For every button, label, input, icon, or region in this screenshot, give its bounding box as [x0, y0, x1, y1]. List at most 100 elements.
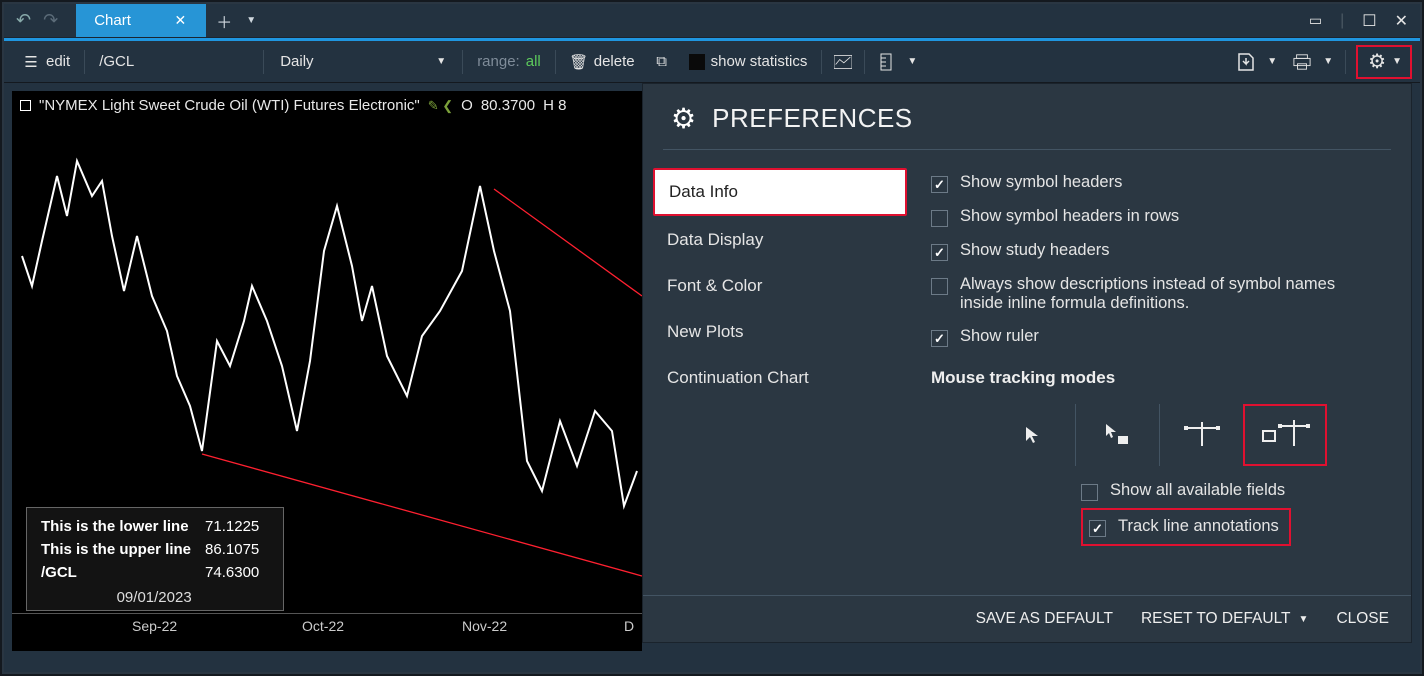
stats-button[interactable]: show statistics: [679, 41, 818, 82]
trash-icon: 🗑: [570, 53, 588, 71]
tab-menu-icon[interactable]: ▼: [246, 15, 256, 26]
chart-toolbar: ☰ edit Daily ▼ range: all 🗑 delete ⧉ sho…: [4, 41, 1420, 83]
chevron-down-icon: ▼: [1392, 56, 1402, 67]
mode-crosshair[interactable]: [1159, 404, 1243, 466]
range-value: all: [526, 53, 541, 70]
list-icon: ☰: [22, 53, 40, 71]
close-button[interactable]: CLOSE: [1336, 610, 1389, 628]
mouse-modes-title: Mouse tracking modes: [931, 354, 1387, 398]
opt-always-desc[interactable]: Always show descriptions instead of symb…: [931, 268, 1387, 320]
opt-label: Show ruler: [960, 327, 1039, 346]
chevron-down-icon: ▼: [1323, 56, 1333, 67]
opt-track-line-annotations[interactable]: Track line annotations: [1087, 512, 1281, 542]
checkbox-icon[interactable]: [931, 278, 948, 295]
close-icon[interactable]: ✕: [174, 12, 186, 29]
info-symbol-value: 74.6300: [203, 562, 269, 583]
opt-label: Show symbol headers in rows: [960, 207, 1179, 226]
export-button[interactable]: ▼: [1229, 41, 1285, 82]
titlebar: ↶ ↷ Chart ✕ ＋ ▼ ▭ | ☐ ✕: [4, 4, 1420, 38]
chevron-down-icon: ▼: [1299, 614, 1309, 625]
range-control[interactable]: range: all: [467, 41, 551, 82]
gear-icon: ⚙: [671, 102, 696, 135]
preferences-button[interactable]: ⚙ ▼: [1356, 45, 1412, 79]
edit-label: edit: [46, 53, 70, 70]
edit-button[interactable]: ☰ edit: [12, 41, 80, 82]
print-icon: [1293, 53, 1311, 71]
gear-icon: ⚙: [1368, 53, 1386, 71]
period-value: Daily: [280, 53, 313, 70]
symbol-input[interactable]: [89, 41, 259, 82]
opt-label: Show all available fields: [1110, 481, 1285, 500]
info-symbol-label: /GCL: [41, 564, 77, 581]
info-lower-value: 71.1225: [203, 516, 269, 537]
stats-swatch-icon: [689, 54, 705, 70]
chart-title: "NYMEX Light Sweet Crude Oil (WTI) Futur…: [39, 97, 420, 114]
delete-label: delete: [594, 53, 635, 70]
back-icon[interactable]: ↶: [12, 10, 35, 31]
prefs-tab-continuation[interactable]: Continuation Chart: [653, 356, 907, 400]
tab-label: Chart: [94, 12, 131, 29]
opt-label: Show study headers: [960, 241, 1110, 260]
file-save-icon: [1237, 53, 1255, 71]
info-date: 09/01/2023: [37, 585, 271, 606]
axis-tick: Nov-22: [462, 618, 507, 634]
checkbox-icon[interactable]: [931, 210, 948, 227]
add-tab-icon[interactable]: ＋: [216, 9, 232, 33]
checkbox-icon[interactable]: [931, 244, 948, 261]
stats-label: show statistics: [711, 53, 808, 70]
tab-chart[interactable]: Chart ✕: [76, 4, 206, 37]
chevron-down-icon: ▼: [907, 56, 917, 67]
print-button[interactable]: ▼: [1285, 41, 1341, 82]
checkbox-icon[interactable]: [931, 176, 948, 193]
chart-area[interactable]: "NYMEX Light Sweet Crude Oil (WTI) Futur…: [12, 91, 642, 651]
opt-label: Always show descriptions instead of symb…: [960, 275, 1340, 313]
mode-cursor-box[interactable]: [1075, 404, 1159, 466]
save-as-default-button[interactable]: SAVE AS DEFAULT: [976, 610, 1113, 628]
opt-label: Show symbol headers: [960, 173, 1122, 192]
range-label: range:: [477, 53, 520, 70]
forward-icon[interactable]: ↷: [39, 10, 62, 31]
checkbox-icon[interactable]: [931, 330, 948, 347]
mouse-modes: [991, 404, 1387, 466]
maximize-icon[interactable]: ☐: [1362, 11, 1376, 31]
prefs-tab-font-color[interactable]: Font & Color: [653, 264, 907, 308]
period-select[interactable]: Daily ▼: [268, 41, 458, 82]
chart-icon: [834, 53, 852, 71]
axis-tick: Oct-22: [302, 618, 344, 634]
x-axis: Sep-22 Oct-22 Nov-22 D: [12, 613, 642, 651]
axis-tick: Sep-22: [132, 618, 177, 634]
prefs-title: PREFERENCES: [712, 103, 913, 134]
detach-icon: ⧉: [653, 53, 671, 71]
ohlc-open: 80.3700: [481, 97, 535, 114]
series-swatch-icon: [20, 100, 31, 111]
delete-button[interactable]: 🗑 delete: [560, 41, 645, 82]
ruler-menu-button[interactable]: ▼: [869, 41, 925, 82]
preferences-panel: ⚙ PREFERENCES Data Info Data Display Fon…: [642, 83, 1412, 643]
axis-tick: D: [624, 618, 634, 634]
prefs-tab-data-display[interactable]: Data Display: [653, 218, 907, 262]
snapshot-button[interactable]: [826, 41, 860, 82]
opt-show-ruler[interactable]: Show ruler: [931, 320, 1387, 354]
opt-show-symbol-headers-rows[interactable]: Show symbol headers in rows: [931, 200, 1387, 234]
detach-button[interactable]: ⧉: [645, 41, 679, 82]
ruler-icon: [877, 53, 895, 71]
opt-show-all-fields[interactable]: Show all available fields: [1081, 474, 1387, 508]
prefs-tab-new-plots[interactable]: New Plots: [653, 310, 907, 354]
indicator-icon: ✎ ❮: [428, 98, 453, 114]
ohlc-o-label: O: [461, 97, 473, 114]
mode-cursor[interactable]: [991, 404, 1075, 466]
prefs-tab-data-info[interactable]: Data Info: [653, 168, 907, 216]
data-info-tooltip: This is the lower line71.1225 This is th…: [26, 507, 284, 611]
info-lower-label: This is the lower line: [41, 518, 189, 535]
opt-show-study-headers[interactable]: Show study headers: [931, 234, 1387, 268]
checkbox-icon[interactable]: [1081, 484, 1098, 501]
window-close-icon[interactable]: ✕: [1395, 11, 1408, 31]
layout-icon[interactable]: ▭: [1309, 12, 1322, 29]
chevron-down-icon: ▼: [1267, 56, 1277, 67]
reset-to-default-button[interactable]: RESET TO DEFAULT ▼: [1141, 610, 1309, 628]
opt-show-symbol-headers[interactable]: Show symbol headers: [931, 166, 1387, 200]
reset-label: RESET TO DEFAULT: [1141, 610, 1291, 628]
mode-crosshair-box[interactable]: [1243, 404, 1327, 466]
info-upper-value: 86.1075: [203, 539, 269, 560]
checkbox-icon[interactable]: [1089, 520, 1106, 537]
